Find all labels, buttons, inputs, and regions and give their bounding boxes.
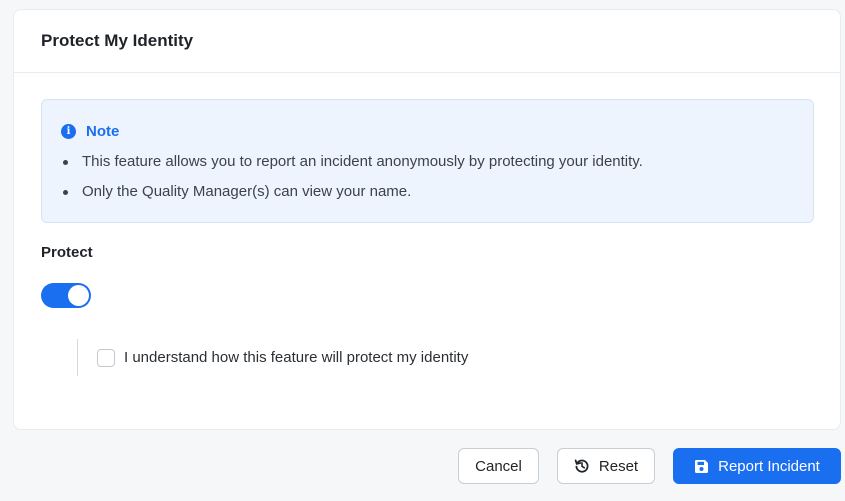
bullet-icon — [63, 189, 68, 195]
save-icon — [695, 459, 709, 473]
acknowledge-checkbox[interactable] — [97, 348, 115, 367]
info-icon: i — [61, 123, 76, 139]
card-header: Protect My Identity — [14, 10, 840, 73]
history-icon — [574, 459, 589, 473]
cancel-button[interactable]: Cancel — [458, 448, 539, 484]
note-box: i Note This feature allows you to report… — [41, 99, 814, 223]
protect-label: Protect — [41, 244, 93, 261]
note-item-text: Only the Quality Manager(s) can view you… — [82, 183, 412, 200]
reset-button[interactable]: Reset — [557, 448, 655, 484]
protect-identity-card: Protect My Identity i Note This feature … — [13, 9, 841, 430]
protect-toggle[interactable] — [41, 283, 91, 308]
card-title: Protect My Identity — [41, 31, 194, 50]
note-item-text: This feature allows you to report an inc… — [82, 153, 643, 170]
acknowledge-row: I understand how this feature will prote… — [77, 339, 468, 376]
list-item: This feature allows you to report an inc… — [63, 151, 793, 173]
acknowledge-label[interactable]: I understand how this feature will prote… — [124, 349, 468, 366]
report-incident-button[interactable]: Report Incident — [673, 448, 841, 484]
note-title: Note — [86, 122, 120, 140]
bullet-icon — [63, 159, 68, 165]
list-item: Only the Quality Manager(s) can view you… — [63, 181, 793, 203]
cancel-button-label: Cancel — [475, 457, 522, 475]
report-incident-label: Report Incident — [718, 457, 820, 475]
note-header: i Note — [61, 120, 793, 142]
reset-button-label: Reset — [598, 457, 639, 475]
toggle-knob — [68, 285, 89, 306]
note-list: This feature allows you to report an inc… — [61, 151, 793, 203]
